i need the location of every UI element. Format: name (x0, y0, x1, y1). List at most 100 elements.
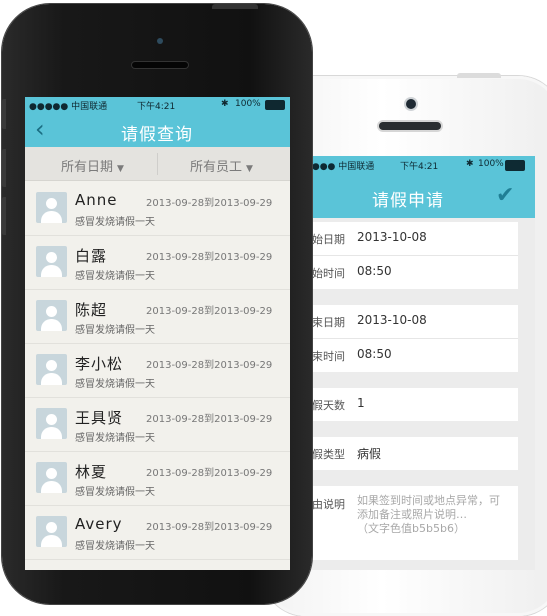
list-item[interactable]: Avery 2013-09-28到2013-09-29 感冒发烧请假一天 (25, 506, 290, 560)
leave-dates: 2013-09-28到2013-09-29 (146, 468, 273, 479)
leave-query-screen: ●●●●● 中国联通 下午4:21 ✱ 100% ‹ 请假查询 所有日期 ▼ 所有… (25, 97, 290, 570)
reason-placeholder-line2: 添加备注或照片说明… (357, 508, 467, 521)
volume-up-button (2, 149, 6, 187)
back-chevron-icon[interactable]: ‹ (35, 115, 45, 143)
page-title: 请假申请 (372, 191, 444, 211)
caret-down-icon: ▼ (117, 164, 124, 174)
leave-request-screen: ●●●● 中国联通 下午4:21 ✱ 100% 请假申请 ✔ 始日期 2013-… (300, 156, 535, 570)
days-group: 假天数 1 (300, 388, 518, 421)
start-time-value: 08:50 (357, 264, 392, 278)
leave-dates: 2013-09-28到2013-09-29 (146, 360, 273, 371)
list-item[interactable]: 林夏 2013-09-28到2013-09-29 感冒发烧请假一天 (25, 452, 290, 506)
avatar (36, 300, 67, 331)
type-value: 病假 (357, 447, 382, 461)
end-time-row[interactable]: 束时间 08:50 (300, 339, 518, 372)
leave-dates: 2013-09-28到2013-09-29 (146, 252, 273, 263)
list-item[interactable]: 白露 2013-09-28到2013-09-29 感冒发烧请假一天 (25, 236, 290, 290)
bluetooth-icon: ✱ (221, 99, 229, 109)
start-date-row[interactable]: 始日期 2013-10-08 (300, 222, 518, 256)
list-item[interactable]: 李小松 2013-09-28到2013-09-29 感冒发烧请假一天 (25, 344, 290, 398)
avatar (36, 408, 67, 439)
end-time-label: 束时间 (312, 350, 345, 363)
battery-percent: 100% (478, 159, 504, 169)
reason-placeholder-line3: （文字色值b5b5b6） (357, 522, 465, 535)
end-date-row[interactable]: 束日期 2013-10-08 (300, 305, 518, 339)
nav-bar: 请假申请 ✔ (300, 174, 535, 218)
employee-name: 王具贤 (75, 409, 124, 427)
front-phone-speaker (132, 62, 188, 68)
status-bar: ●●●● 中国联通 下午4:21 ✱ 100% (300, 156, 535, 174)
employee-name: 林夏 (75, 463, 108, 481)
leave-dates: 2013-09-28到2013-09-29 (146, 414, 273, 425)
mute-switch (2, 99, 6, 129)
reason-label: 由说明 (312, 498, 345, 511)
end-date-value: 2013-10-08 (357, 313, 427, 327)
leave-reason: 感冒发烧请假一天 (75, 541, 155, 552)
page-title: 请假查询 (121, 125, 193, 145)
back-phone-speaker (379, 122, 441, 130)
leave-reason: 感冒发烧请假一天 (75, 487, 155, 498)
type-group: 假类型 病假 (300, 437, 518, 470)
type-label: 假类型 (312, 448, 345, 461)
days-row[interactable]: 假天数 1 (300, 388, 518, 421)
front-phone-power-button (212, 4, 258, 9)
avatar (36, 462, 67, 493)
start-time-row[interactable]: 始时间 08:50 (300, 256, 518, 289)
avatar (36, 516, 67, 547)
date-filter-dropdown[interactable]: 所有日期 ▼ (61, 156, 124, 175)
date-filter-label: 所有日期 (61, 160, 114, 175)
start-group: 始日期 2013-10-08 始时间 08:50 (300, 222, 518, 289)
list-item[interactable]: 陈超 2013-09-28到2013-09-29 感冒发烧请假一天 (25, 290, 290, 344)
confirm-check-icon[interactable]: ✔ (496, 183, 514, 208)
employee-filter-dropdown[interactable]: 所有员工 ▼ (190, 156, 253, 175)
back-phone-camera (406, 99, 416, 109)
battery-percent: 100% (235, 99, 261, 109)
back-phone-power-button (457, 73, 501, 78)
avatar (36, 246, 67, 277)
list-item[interactable]: Anne 2013-09-28到2013-09-29 感冒发烧请假一天 (25, 182, 290, 236)
leave-reason: 感冒发烧请假一天 (75, 379, 155, 390)
end-group: 束日期 2013-10-08 束时间 08:50 (300, 305, 518, 372)
filter-bar: 所有日期 ▼ 所有员工 ▼ (25, 147, 290, 181)
days-value: 1 (357, 396, 365, 410)
employee-filter-label: 所有员工 (190, 160, 243, 175)
employee-name: 李小松 (75, 355, 124, 373)
avatar (36, 354, 67, 385)
end-date-label: 束日期 (312, 316, 345, 329)
leave-reason: 感冒发烧请假一天 (75, 217, 155, 228)
leave-dates: 2013-09-28到2013-09-29 (146, 522, 273, 533)
status-bar: ●●●●● 中国联通 下午4:21 ✱ 100% (25, 97, 290, 112)
battery-icon (505, 160, 525, 171)
employee-name: 陈超 (75, 301, 108, 319)
caret-down-icon: ▼ (246, 164, 253, 174)
bluetooth-icon: ✱ (466, 159, 474, 169)
employee-name: Anne (75, 191, 118, 209)
end-time-value: 08:50 (357, 347, 392, 361)
carrier-label: ●●●● 中国联通 (304, 162, 375, 172)
carrier-label: ●●●●● 中国联通 (29, 102, 108, 112)
battery-icon (265, 100, 285, 110)
start-time-label: 始时间 (312, 267, 345, 280)
list-item[interactable]: 王具贤 2013-09-28到2013-09-29 感冒发烧请假一天 (25, 398, 290, 452)
start-date-label: 始日期 (312, 233, 345, 246)
leave-reason: 感冒发烧请假一天 (75, 271, 155, 282)
leave-dates: 2013-09-28到2013-09-29 (146, 306, 273, 317)
reason-textarea[interactable]: 如果签到时间或地点异常，可 添加备注或照片说明… （文字色值b5b5b6） (357, 494, 512, 536)
avatar (36, 192, 67, 223)
leave-dates: 2013-09-28到2013-09-29 (146, 198, 273, 209)
nav-bar: ‹ 请假查询 (25, 112, 290, 147)
volume-down-button (2, 197, 6, 235)
employee-name: Avery (75, 515, 123, 533)
days-label: 假天数 (312, 399, 345, 412)
reason-group: 由说明 如果签到时间或地点异常，可 添加备注或照片说明… （文字色值b5b5b6… (300, 486, 518, 560)
employee-name: 白露 (75, 247, 108, 265)
type-row[interactable]: 假类型 病假 (300, 437, 518, 470)
filter-divider (157, 153, 158, 175)
front-phone-camera (157, 38, 163, 44)
status-time: 下午4:21 (400, 162, 439, 172)
leave-reason: 感冒发烧请假一天 (75, 433, 155, 444)
start-date-value: 2013-10-08 (357, 230, 427, 244)
status-time: 下午4:21 (137, 102, 176, 112)
leave-reason: 感冒发烧请假一天 (75, 325, 155, 336)
reason-placeholder-line1: 如果签到时间或地点异常，可 (357, 494, 500, 507)
